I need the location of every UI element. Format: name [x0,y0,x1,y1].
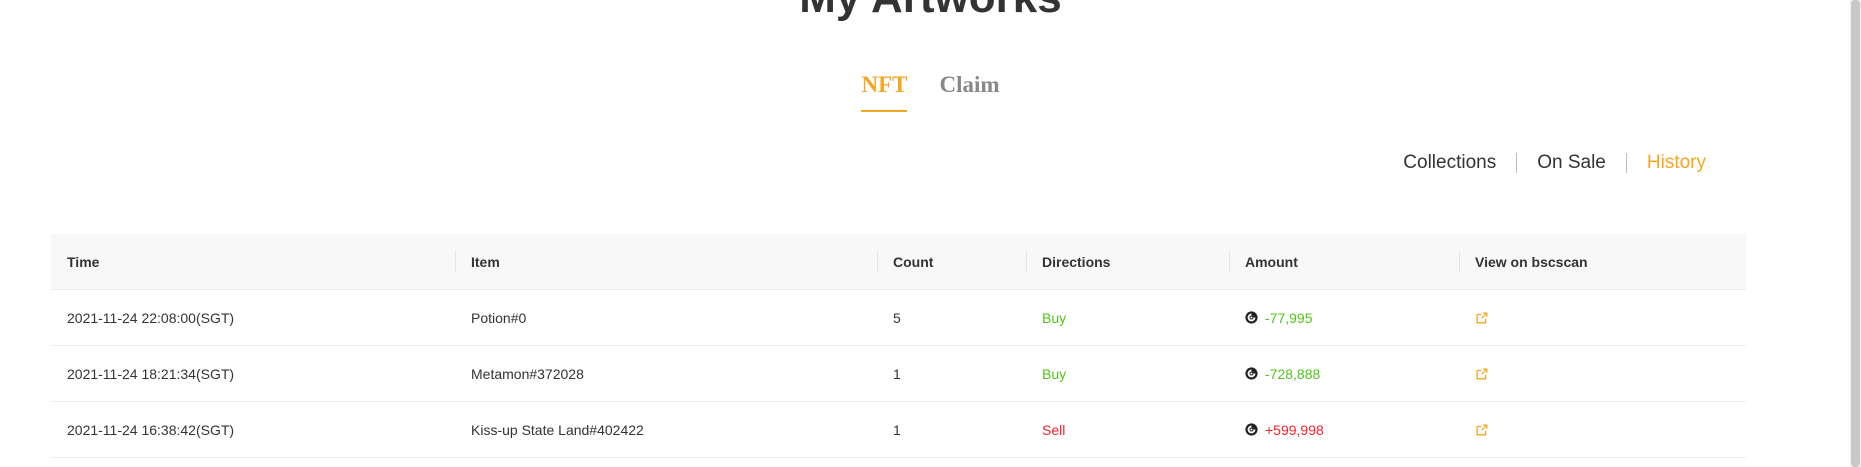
cell-direction: Sell [1042,421,1066,438]
cell-bscscan [1459,311,1746,325]
amount-value: -77,995 [1265,309,1313,326]
external-link-icon[interactable] [1475,311,1489,325]
header-directions: Directions [1026,234,1229,289]
main-tabs: NFT Claim [0,72,1861,112]
cell-count: 1 [893,421,901,438]
external-link-icon[interactable] [1475,423,1489,437]
table-row: 2021-11-24 18:21:34(SGT) Metamon#372028 1 B… [51,346,1746,402]
external-link-icon[interactable] [1475,367,1489,381]
cell-item: Potion#0 [471,309,527,326]
cell-amount: -77,995 [1229,310,1459,326]
cell-item: Metamon#372028 [471,365,584,382]
cell-amount: +599,998 [1229,422,1459,438]
subnav-collections[interactable]: Collections [1383,152,1516,174]
cell-direction: Buy [1042,309,1067,326]
sub-navigation: Collections On Sale History [1383,152,1726,174]
subnav-on-sale[interactable]: On Sale [1517,152,1626,174]
amount-value: +599,998 [1265,421,1324,438]
vertical-scrollbar[interactable] [1850,0,1861,467]
coin-icon [1245,311,1258,324]
tab-nft[interactable]: NFT [861,72,908,112]
header-time: Time [67,253,100,270]
header-item: Item [455,234,877,289]
coin-icon [1245,367,1258,380]
table-body: 2021-11-24 22:08:00(SGT) Potion#0 5 Buy -77,… [51,290,1746,458]
coin-icon [1245,423,1258,436]
cell-time: 2021-11-24 18:21:34(SGT) [67,365,235,382]
cell-item: Kiss-up State Land#402422 [471,421,644,438]
cell-direction: Buy [1042,365,1067,382]
amount-value: -728,888 [1265,365,1321,382]
table-row: 2021-11-24 22:08:00(SGT) Potion#0 5 Buy -77,… [51,290,1746,346]
cell-bscscan [1459,423,1746,437]
subnav-history[interactable]: History [1627,152,1726,174]
header-amount: Amount [1229,234,1459,289]
history-table: Time Item Count Directions Amount View o… [51,234,1746,458]
cell-amount: -728,888 [1229,366,1459,382]
cell-count: 5 [893,309,901,326]
page-title: My Artworks [0,0,1861,20]
cell-time: 2021-11-24 16:38:42(SGT) [67,421,235,438]
header-count: Count [877,234,1026,289]
cell-count: 1 [893,365,901,382]
cell-time: 2021-11-24 22:08:00(SGT) [67,309,235,326]
table-row: 2021-11-24 16:38:42(SGT) Kiss-up State La… [51,402,1746,458]
tab-claim[interactable]: Claim [939,72,999,112]
header-view-on-bscscan: View on bscscan [1459,234,1746,289]
table-header: Time Item Count Directions Amount View o… [51,234,1746,290]
scrollbar-thumb[interactable] [1851,0,1860,467]
cell-bscscan [1459,367,1746,381]
